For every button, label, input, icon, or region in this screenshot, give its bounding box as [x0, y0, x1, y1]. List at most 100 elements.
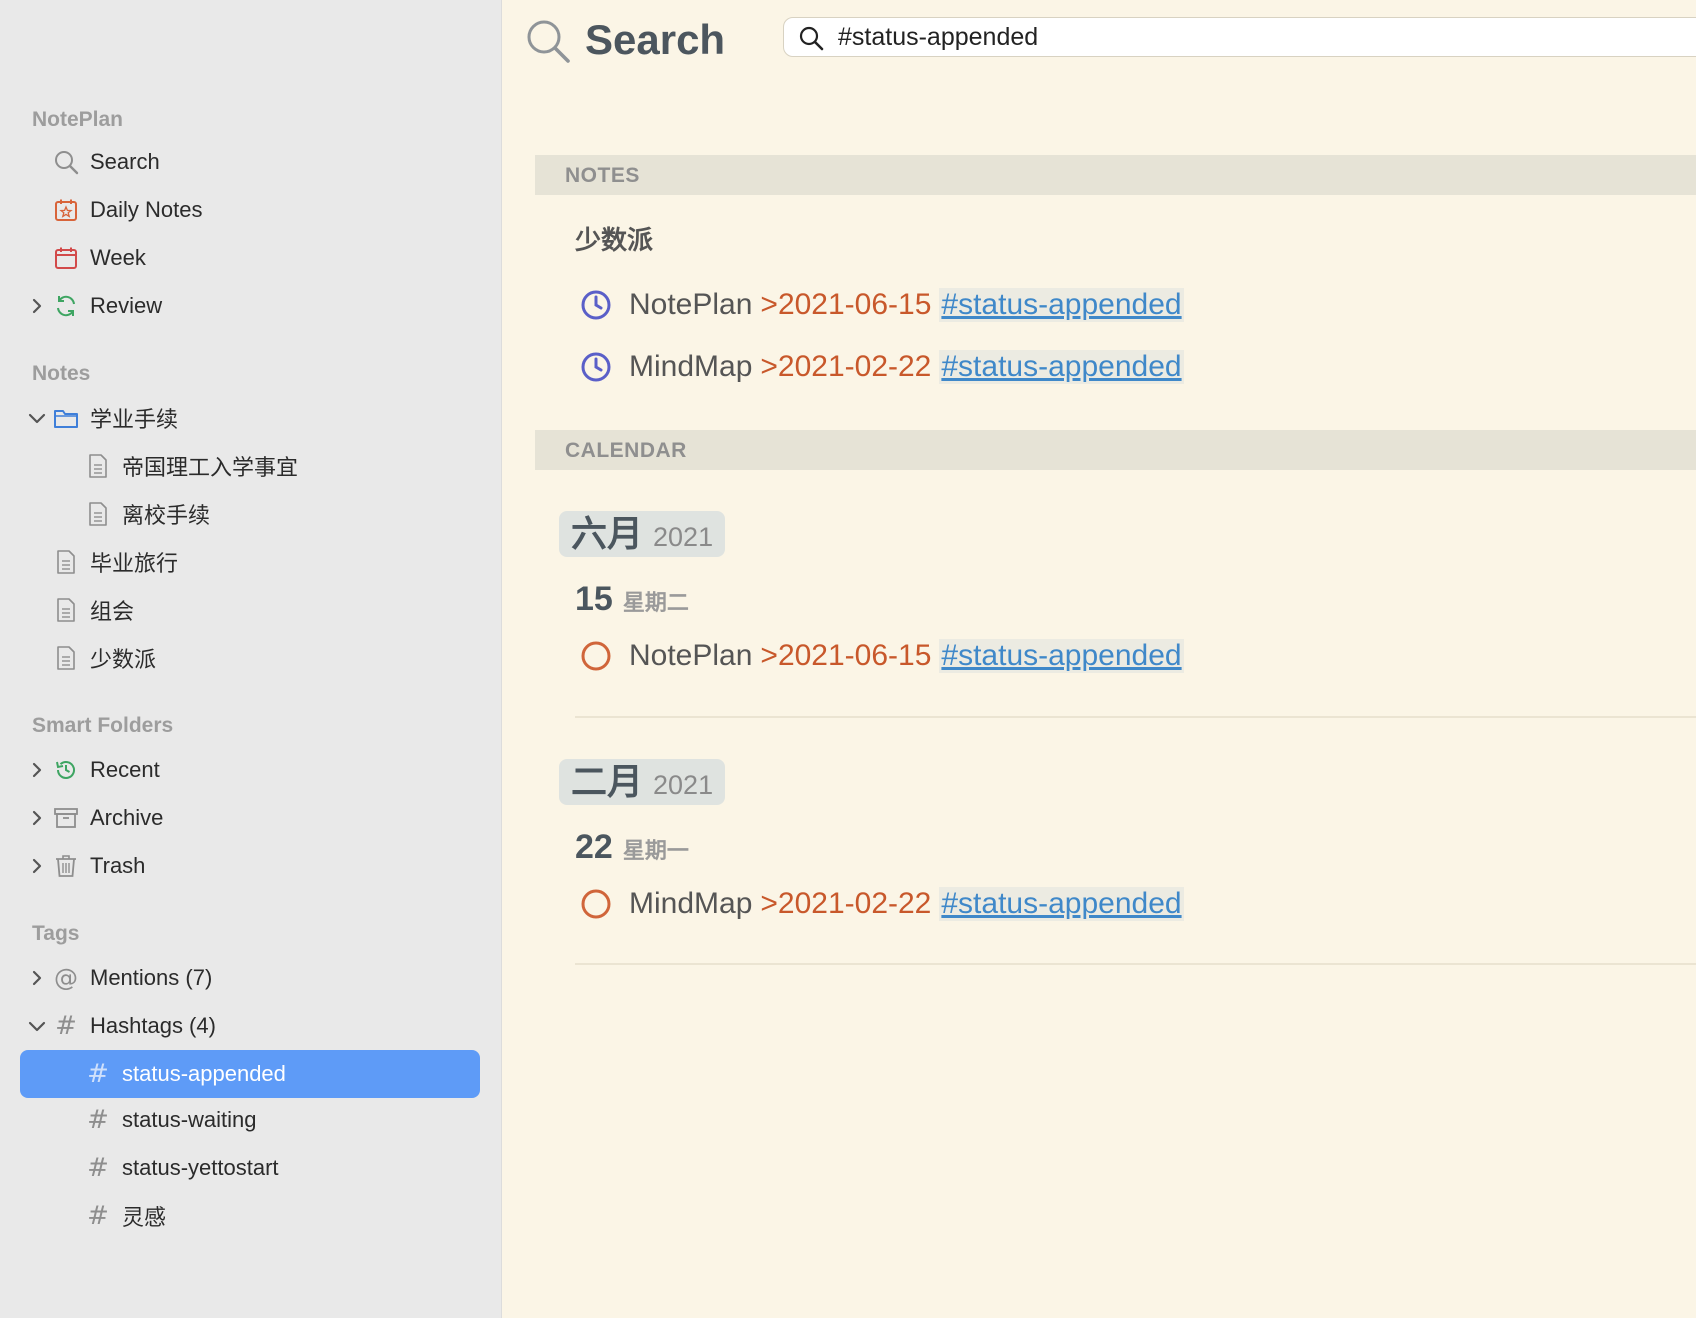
task-date[interactable]: >2021-02-22: [760, 887, 931, 921]
task-hashtag-link[interactable]: #status-appended: [939, 350, 1184, 384]
month-chip: 六月 2021: [559, 511, 726, 557]
sidebar-item-archive[interactable]: Archive: [0, 796, 502, 840]
trash-icon: [52, 852, 80, 880]
sidebar-tag-status-appended[interactable]: # status-appended: [20, 1050, 480, 1098]
section-tags: Tags: [32, 922, 80, 945]
calendar-section-header: CALENDAR: [535, 430, 1696, 470]
document-icon: [52, 596, 80, 624]
notes-section-label: NOTES: [565, 164, 640, 187]
sidebar-item-review[interactable]: Review: [0, 284, 502, 328]
at-sign-icon: @: [54, 964, 78, 992]
sidebar-tag-status-yettostart[interactable]: # status-yettostart: [0, 1146, 502, 1190]
sidebar-item-recent[interactable]: Recent: [0, 748, 502, 792]
sidebar-note-group-meeting[interactable]: 组会: [0, 588, 502, 632]
divider: [575, 716, 1696, 718]
search-icon: [52, 148, 80, 176]
sidebar-item-label: 离校手续: [122, 503, 211, 528]
day-number: 22: [575, 828, 613, 866]
sidebar-item-label: status-appended: [122, 1061, 286, 1086]
sidebar-item-search[interactable]: Search: [0, 140, 502, 184]
sidebar-item-label: 毕业旅行: [90, 551, 179, 576]
scheduled-clock-icon[interactable]: [579, 350, 613, 384]
sidebar-item-label: status-yettostart: [122, 1155, 279, 1180]
sidebar-item-label: 组会: [90, 599, 135, 624]
chevron-right-icon[interactable]: [26, 295, 48, 317]
document-icon: [52, 548, 80, 576]
sidebar-item-week[interactable]: Week: [0, 236, 502, 280]
day-number: 15: [575, 580, 613, 618]
sidebar-folder-academic[interactable]: 学业手续: [0, 396, 502, 440]
sidebar-item-label: Recent: [90, 757, 160, 782]
month-label: 二月: [571, 761, 644, 802]
hashtag-icon: #: [87, 1059, 109, 1089]
calendar-star-icon: [52, 196, 80, 224]
history-icon: [52, 756, 80, 784]
section-notes: Notes: [32, 362, 91, 385]
folder-icon: [52, 404, 80, 432]
hashtag-icon: #: [87, 1105, 109, 1135]
sidebar-item-label: 灵感: [122, 1205, 167, 1230]
task-date[interactable]: >2021-06-15: [760, 288, 931, 322]
chevron-right-icon[interactable]: [26, 967, 48, 989]
sidebar-item-label: 少数派: [90, 647, 157, 672]
sidebar-item-label: 学业手续: [90, 407, 179, 432]
divider: [575, 963, 1696, 965]
sidebar-item-label: 帝国理工入学事宜: [122, 455, 299, 480]
sidebar-item-label: Mentions (7): [90, 965, 213, 990]
task-row[interactable]: NotePlan >2021-06-15 #status-appended: [579, 285, 1184, 325]
document-icon: [52, 644, 80, 672]
calendar-section-label: CALENDAR: [565, 439, 687, 462]
sidebar-item-hashtags[interactable]: # Hashtags (4): [0, 1004, 502, 1048]
sidebar: NotePlan Search Daily Notes Week Review …: [0, 0, 502, 1318]
sidebar-tag-inspiration[interactable]: # 灵感: [0, 1194, 502, 1238]
section-smart-folders: Smart Folders: [32, 714, 174, 737]
sidebar-note-graduation-trip[interactable]: 毕业旅行: [0, 540, 502, 584]
task-row[interactable]: MindMap >2021-02-22 #status-appended: [579, 884, 1184, 924]
search-bar[interactable]: [783, 17, 1696, 57]
sidebar-item-label: Week: [90, 245, 146, 270]
sidebar-item-label: Review: [90, 293, 163, 318]
hashtag-icon: #: [87, 1201, 109, 1231]
chevron-right-icon[interactable]: [26, 759, 48, 781]
archive-box-icon: [52, 804, 80, 832]
sidebar-item-label: Daily Notes: [90, 197, 203, 222]
sidebar-item-daily-notes[interactable]: Daily Notes: [0, 188, 502, 232]
day-heading[interactable]: 15 星期二: [575, 580, 689, 619]
scheduled-clock-icon[interactable]: [579, 288, 613, 322]
task-date[interactable]: >2021-02-22: [760, 350, 931, 384]
month-label: 六月: [571, 513, 644, 554]
open-task-circle-icon[interactable]: [579, 887, 613, 921]
sidebar-item-trash[interactable]: Trash: [0, 844, 502, 888]
task-hashtag-link[interactable]: #status-appended: [939, 639, 1184, 673]
chevron-right-icon[interactable]: [26, 855, 48, 877]
sidebar-item-mentions[interactable]: @ Mentions (7): [0, 956, 502, 1000]
calendar-icon: [52, 244, 80, 272]
day-heading[interactable]: 22 星期一: [575, 828, 689, 867]
sidebar-note-imperial[interactable]: 帝国理工入学事宜: [0, 444, 502, 488]
task-hashtag-link[interactable]: #status-appended: [939, 887, 1184, 921]
task-hashtag-link[interactable]: #status-appended: [939, 288, 1184, 322]
refresh-icon: [52, 292, 80, 320]
sidebar-note-minority[interactable]: 少数派: [0, 636, 502, 680]
task-row[interactable]: MindMap >2021-02-22 #status-appended: [579, 347, 1184, 387]
note-result-title[interactable]: 少数派: [575, 220, 653, 257]
search-input[interactable]: [838, 22, 1696, 52]
notes-section-header: NOTES: [535, 155, 1696, 195]
sidebar-tag-status-waiting[interactable]: # status-waiting: [0, 1098, 502, 1142]
task-row[interactable]: NotePlan >2021-06-15 #status-appended: [579, 636, 1184, 676]
sidebar-item-label: Search: [90, 149, 160, 174]
sidebar-note-leaving[interactable]: 离校手续: [0, 492, 502, 536]
task-date[interactable]: >2021-06-15: [760, 639, 931, 673]
page-title: Search: [585, 16, 726, 63]
chevron-right-icon[interactable]: [26, 807, 48, 829]
year-label: 2021: [653, 770, 714, 800]
document-icon: [84, 500, 112, 528]
open-task-circle-icon[interactable]: [579, 639, 613, 673]
search-results-pane: Search NOTES 少数派 NotePlan >2021-06-15 #s…: [503, 0, 1696, 1318]
sidebar-item-label: Archive: [90, 805, 164, 830]
weekday-label: 星期二: [622, 590, 689, 615]
chevron-down-icon[interactable]: [26, 1015, 48, 1037]
month-chip: 二月 2021: [559, 759, 726, 805]
sidebar-item-label: Hashtags (4): [90, 1013, 216, 1038]
chevron-down-icon[interactable]: [26, 407, 48, 429]
